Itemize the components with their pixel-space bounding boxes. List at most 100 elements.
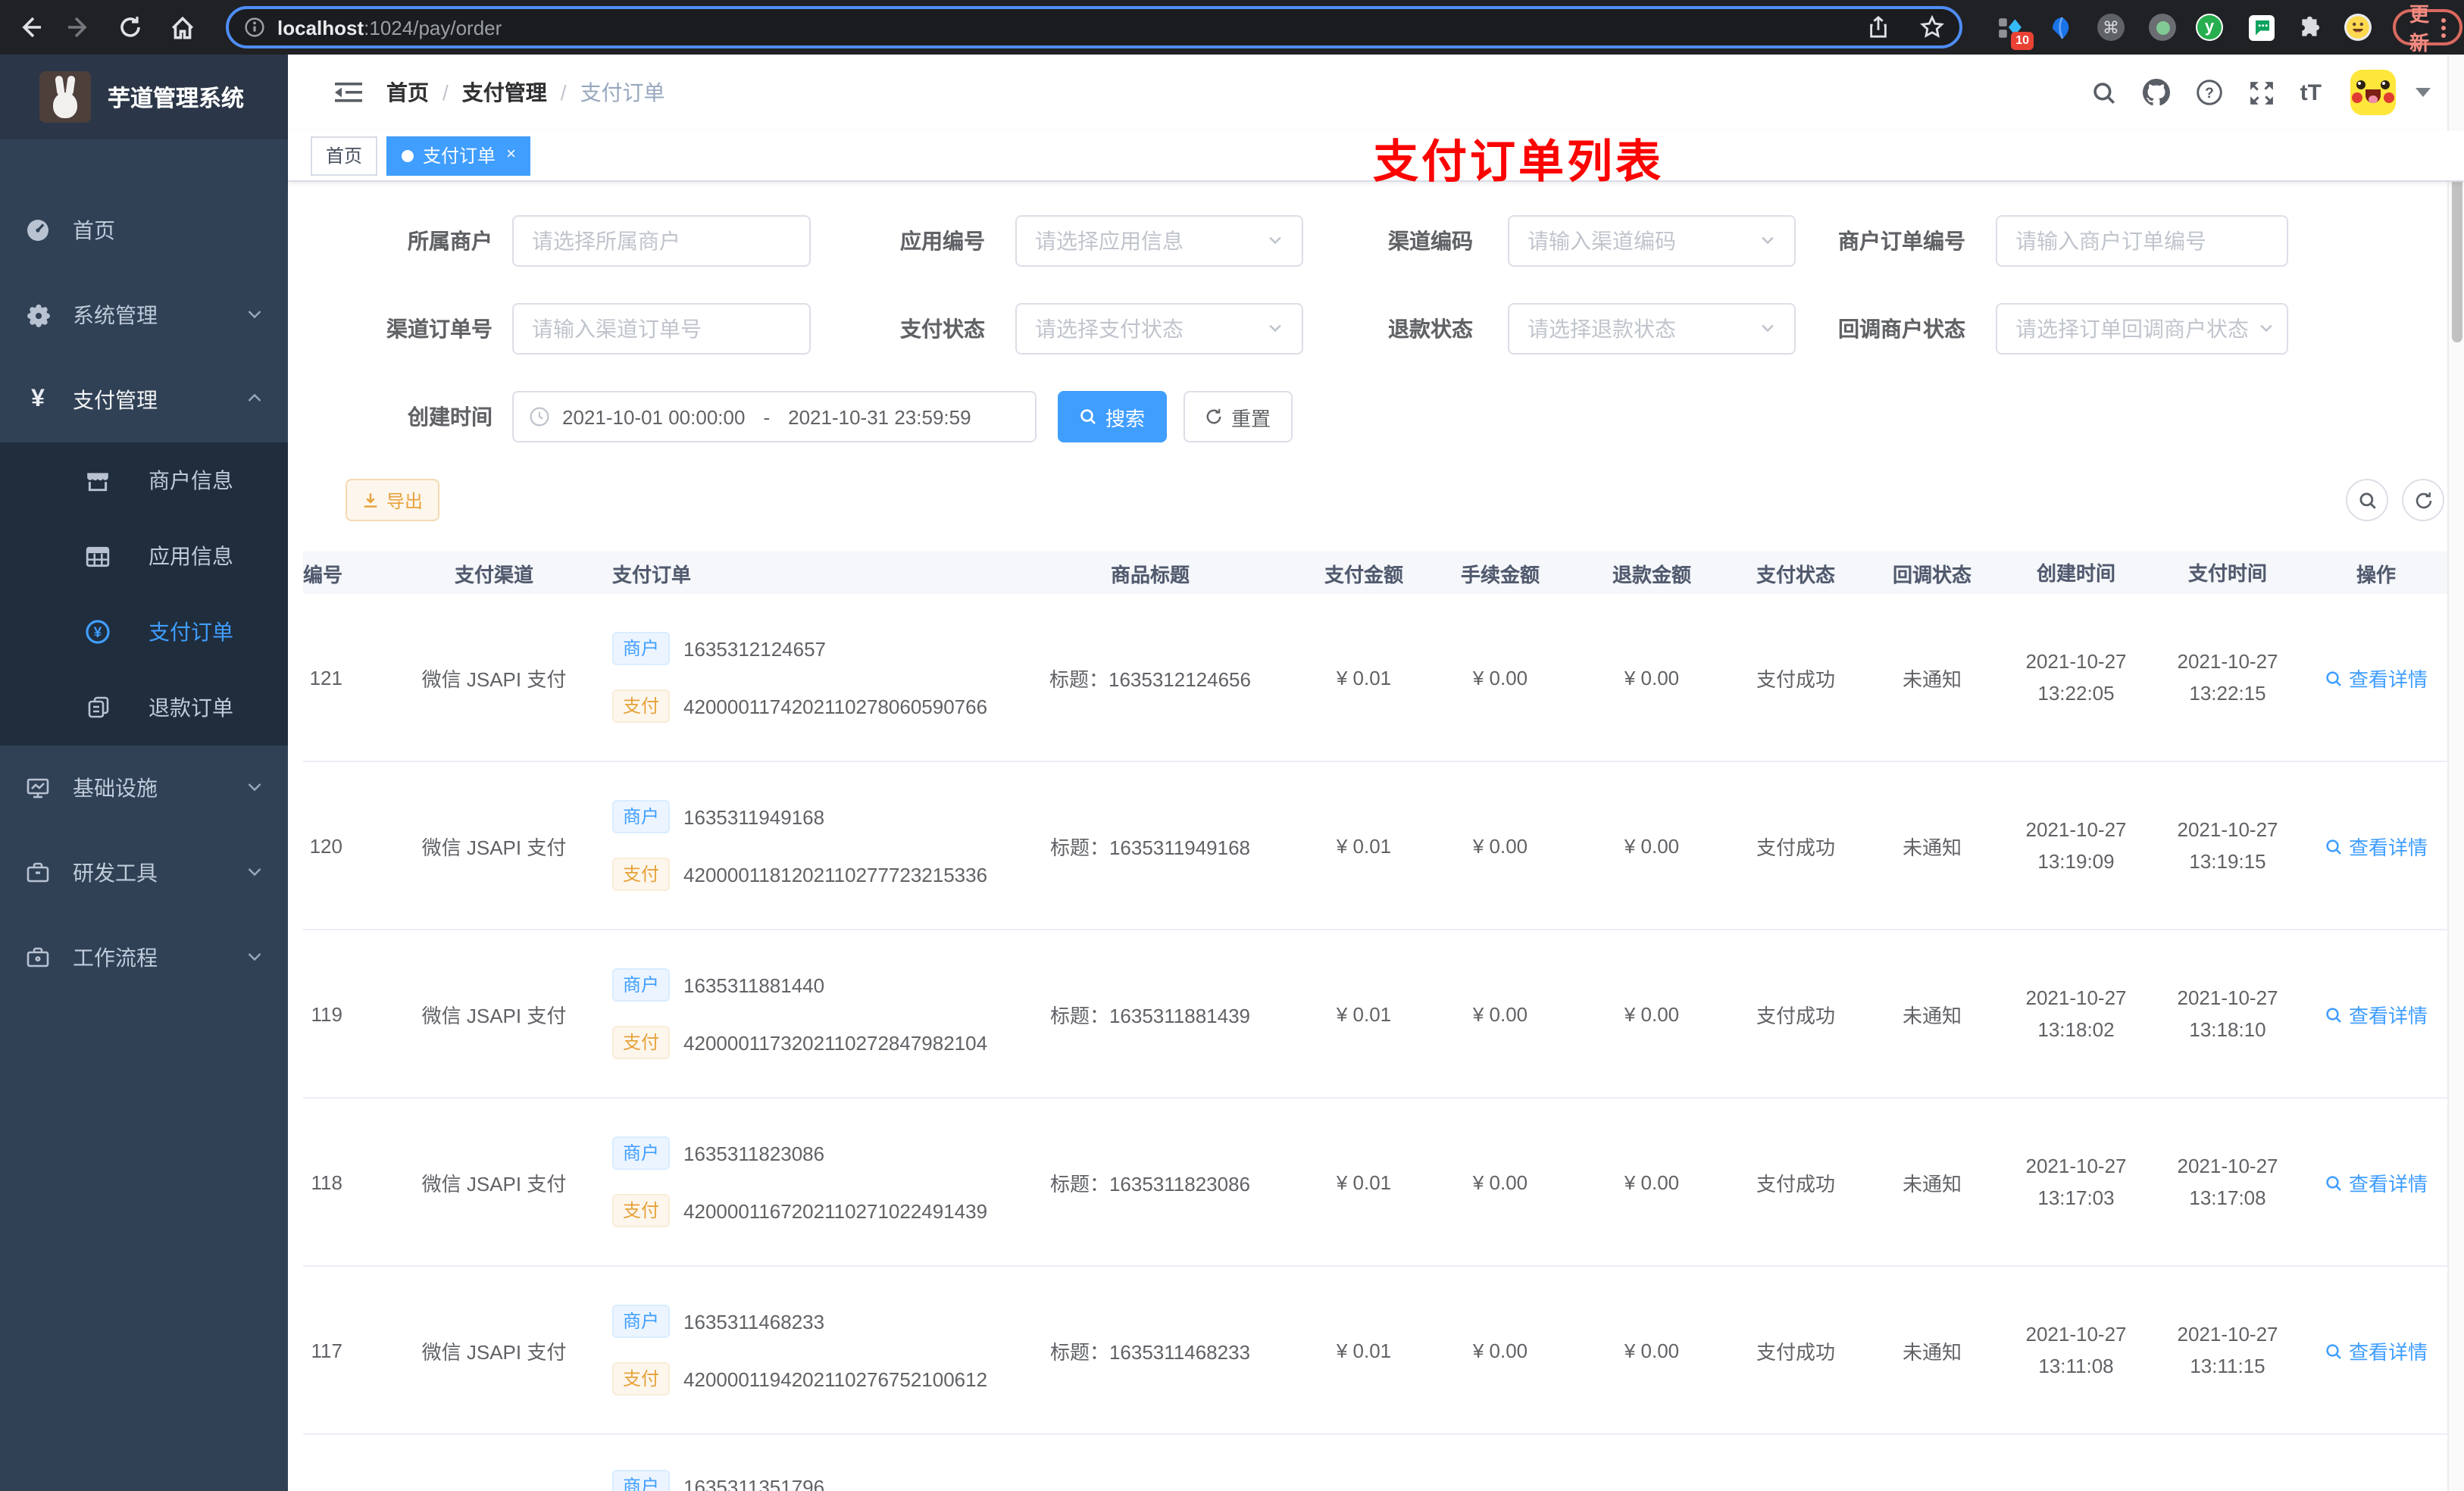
sidebar-toggle-icon[interactable] <box>335 80 362 105</box>
cell-pay-order: 商户 1635311949168 支付 4200001181202110277723… <box>577 800 1015 891</box>
show-search-toggle-button[interactable] <box>2346 479 2388 521</box>
cell-refund: ¥ 0.00 <box>1624 834 1680 857</box>
merchant-order-no-input[interactable] <box>1996 215 2288 267</box>
cell-paid: 2021-10-27 13:22:15 <box>2177 650 2278 705</box>
share-icon[interactable] <box>1867 15 1890 39</box>
shop-icon <box>85 467 111 493</box>
cell-title: 标题：1635312124656 <box>1049 667 1251 690</box>
table-grid-icon <box>85 543 111 569</box>
merchant-tag: 商户 <box>612 1470 671 1491</box>
bookmark-star-icon[interactable] <box>1920 15 1944 39</box>
merchant-tag: 商户 <box>612 632 671 665</box>
col-id: 编号 <box>303 563 342 586</box>
export-button[interactable]: 导出 <box>346 479 439 521</box>
notify-status-select[interactable]: 请选择订单回调商户状态 <box>1996 303 2288 355</box>
sidebar-item-merchant-info[interactable]: 商户信息 <box>0 442 288 518</box>
channel-order-no-input[interactable] <box>512 303 811 355</box>
cell-fee: ¥ 0.00 <box>1472 1002 1528 1025</box>
download-icon <box>364 492 377 507</box>
breadcrumb-home[interactable]: 首页 <box>386 77 429 108</box>
navbar: 首页 / 支付管理 / 支付订单 ? tT <box>288 55 2464 130</box>
app-select[interactable]: 请选择应用信息 <box>1015 215 1303 267</box>
close-icon[interactable]: × <box>506 146 516 164</box>
browser-forward-icon[interactable] <box>67 15 91 39</box>
browser-update-button[interactable]: 更新 <box>2393 3 2463 55</box>
refund-status-select[interactable]: 请选择退款状态 <box>1508 303 1796 355</box>
extension-y-icon[interactable]: y <box>2196 14 2223 41</box>
view-detail-link[interactable]: 查看详情 <box>2303 1336 2449 1364</box>
extension-sketch-icon[interactable] <box>2050 14 2075 40</box>
browser-back-icon[interactable] <box>18 15 42 39</box>
sidebar-item-label: 系统管理 <box>73 303 158 327</box>
extension-command-icon[interactable]: ⌘ <box>2097 14 2125 41</box>
sidebar-item-refund-order[interactable]: 退款订单 <box>0 670 288 746</box>
filter-label-create-time: 创建时间 <box>408 405 492 429</box>
sidebar-item-dev-tools[interactable]: 研发工具 <box>0 830 288 915</box>
chevron-down-icon <box>245 776 264 800</box>
browser-menu-icon[interactable] <box>2441 17 2447 37</box>
search-button[interactable]: 搜索 <box>1058 391 1167 442</box>
cell-pay-order: 商户 1635311468233 支付 4200001194202110276752… <box>577 1305 1015 1396</box>
extension-devtools-icon[interactable]: 10 <box>1996 14 2034 50</box>
toolbox-icon <box>26 861 50 885</box>
avatar-caret-icon[interactable] <box>2416 88 2431 97</box>
sidebar-item-workflow[interactable]: 工作流程 <box>0 915 288 1000</box>
pay-status-select[interactable]: 请选择支付状态 <box>1015 303 1303 355</box>
site-info-icon[interactable] <box>244 17 265 38</box>
sidebar-item-system[interactable]: 系统管理 <box>0 273 288 358</box>
table-row: 119 微信 JSAPI 支付 商户 1635311881440 支付 420000… <box>303 930 2449 1099</box>
refresh-table-button[interactable] <box>2402 479 2444 521</box>
tab-pay-order[interactable]: 支付订单 × <box>386 136 531 175</box>
extension-chat-icon[interactable] <box>2249 14 2275 40</box>
sidebar-item-pay-order[interactable]: ¥ 支付订单 <box>0 594 288 670</box>
pay-tag: 支付 <box>612 689 671 723</box>
view-detail-link[interactable]: 查看详情 <box>2303 999 2449 1028</box>
red-annotation-text: 支付订单列表 <box>1373 138 1664 188</box>
merchant-input[interactable] <box>512 215 811 267</box>
refresh-icon <box>1207 408 1222 424</box>
cell-title: 标题：1635311949168 <box>1049 836 1251 858</box>
reset-button[interactable]: 重置 <box>1184 391 1293 442</box>
filter-label-pay-status: 支付状态 <box>900 317 985 341</box>
user-avatar[interactable] <box>2350 70 2396 115</box>
view-detail-link[interactable]: 查看详情 <box>2303 1167 2449 1196</box>
chevron-down-icon <box>245 946 264 970</box>
tab-home[interactable]: 首页 <box>311 136 378 175</box>
extensions-puzzle-icon[interactable] <box>2297 14 2323 40</box>
screen: localhost:1024/pay/order 10 ⌘ y 更新 芋道管理系… <box>0 0 2464 1491</box>
sidebar-item-infrastructure[interactable]: 基础设施 <box>0 746 288 830</box>
app-logo[interactable]: 芋道管理系统 <box>0 55 288 139</box>
page-scrollbar[interactable] <box>2447 55 2464 1491</box>
profile-emoji-icon[interactable] <box>2344 14 2372 41</box>
cell-amount: ¥ 0.01 <box>1336 834 1392 857</box>
monitor-icon <box>26 776 50 800</box>
merchant-tag: 商户 <box>612 968 671 1002</box>
breadcrumb-pay-manage[interactable]: 支付管理 <box>462 77 547 108</box>
browser-reload-icon[interactable] <box>118 15 142 39</box>
header-search-icon[interactable] <box>2091 80 2117 105</box>
browser-home-icon[interactable] <box>170 14 195 40</box>
fullscreen-icon[interactable] <box>2249 80 2275 105</box>
search-icon <box>2325 1342 2343 1360</box>
channel-code-select[interactable]: 请输入渠道编码 <box>1508 215 1796 267</box>
address-bar[interactable]: localhost:1024/pay/order <box>226 6 1962 48</box>
view-detail-link[interactable]: 查看详情 <box>2303 831 2449 860</box>
filter-label-refund-status: 退款状态 <box>1388 317 1473 341</box>
sidebar-item-app-info[interactable]: 应用信息 <box>0 518 288 594</box>
table-row: 121 微信 JSAPI 支付 商户 1635312124657 支付 420000… <box>303 594 2449 762</box>
font-size-icon[interactable]: tT <box>2300 80 2322 105</box>
col-fee: 手续金额 <box>1460 563 1540 586</box>
github-icon[interactable] <box>2142 79 2170 106</box>
view-detail-link[interactable]: 查看详情 <box>2303 663 2449 692</box>
cell-amount: ¥ 0.01 <box>1336 1171 1392 1193</box>
payment-submenu: 商户信息 应用信息 ¥ 支付订单 退款订单 <box>0 442 288 746</box>
extension-dot-icon[interactable] <box>2149 14 2176 41</box>
create-time-range-input[interactable]: 2021-10-01 00:00:00 - 2021-10-31 23:59:5… <box>512 391 1037 442</box>
sidebar-item-home[interactable]: 首页 <box>0 188 288 273</box>
sidebar: 芋道管理系统 首页 系统管理 ¥ 支付管理 商户信息 应用信息 ¥ 支付订单 退… <box>0 55 288 1491</box>
sidebar-item-payment[interactable]: ¥ 支付管理 <box>0 358 288 442</box>
help-icon[interactable]: ? <box>2196 79 2223 106</box>
date-start: 2021-10-01 00:00:00 <box>562 405 746 428</box>
documents-icon <box>85 695 111 720</box>
sidebar-item-label: 基础设施 <box>73 776 158 800</box>
